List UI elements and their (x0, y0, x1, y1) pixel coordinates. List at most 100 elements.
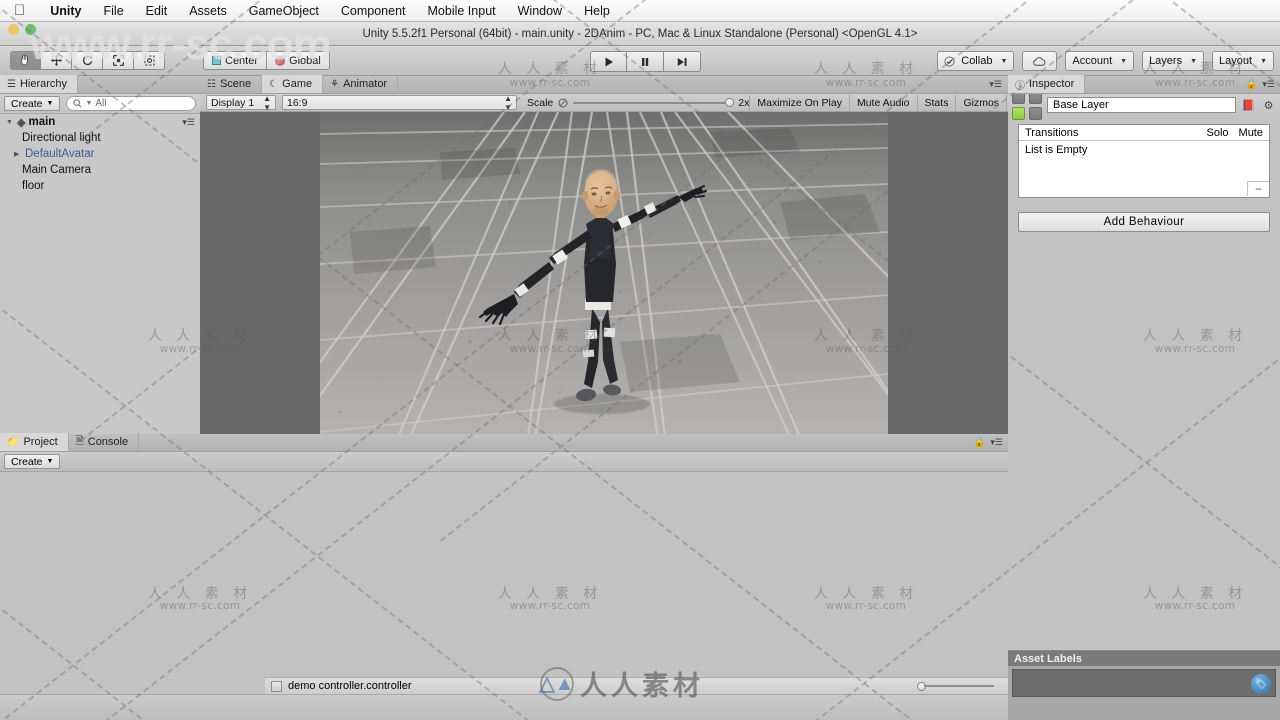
tab-animator[interactable]: ⚘ Animator (323, 75, 399, 93)
project-panel: 📁 Project 🗎 Console 🔒 ▾☰ Create ▼ ◉ (0, 433, 1008, 720)
layout-button[interactable]: Layout ▼ (1212, 51, 1274, 71)
tab-game[interactable]: ☾ Game (262, 75, 324, 93)
account-button[interactable]: Account ▼ (1065, 51, 1135, 71)
tab-project[interactable]: 📁 Project (0, 433, 69, 451)
tab-console[interactable]: 🗎 Console (69, 433, 140, 451)
hierarchy-subbar: Create ▼ ▼ All (0, 94, 200, 114)
pivot-mode-button[interactable]: Center (203, 51, 268, 70)
menu-item-file[interactable]: File (93, 0, 135, 22)
hierarchy-item-defaultavatar[interactable]: ▶ DefaultAvatar (0, 146, 200, 162)
gameview-context-menu-icon[interactable]: ▾☰ (989, 79, 1008, 90)
step-button[interactable] (664, 51, 701, 72)
chevron-right-icon[interactable]: ▶ (14, 150, 22, 158)
hierarchy-create-button[interactable]: Create ▼ (4, 96, 61, 111)
pause-button[interactable] (627, 51, 664, 72)
menu-item-unity[interactable]: Unity (39, 0, 92, 22)
hierarchy-context-menu-icon[interactable]: ▾☰ (182, 117, 195, 128)
hierarchy-item-label: main (28, 116, 56, 128)
chevron-down-icon[interactable]: ▼ (6, 119, 14, 126)
scale-slider-knob[interactable] (725, 97, 735, 107)
gameview-tabrow: ☷ Scene ☾ Game ⚘ Animator ▾☰ (200, 75, 1008, 94)
project-create-button[interactable]: Create ▼ (4, 454, 61, 469)
hand-tool-button[interactable] (10, 51, 41, 70)
scale-tool-button[interactable] (103, 51, 134, 70)
move-tool-button[interactable] (41, 51, 72, 70)
window-title-bar: Unity 5.5.2f1 Personal (64bit) - main.un… (0, 22, 1280, 46)
hierarchy-item-directional-light[interactable]: Directional light (0, 130, 200, 146)
tab-inspector[interactable]: ⓘ Inspector (1008, 75, 1086, 93)
game-render-canvas[interactable] (200, 112, 1008, 451)
asset-labels-field[interactable]: 🏷 (1012, 669, 1276, 697)
hierarchy-item-main-camera[interactable]: Main Camera (0, 162, 200, 178)
layers-label: Layers (1149, 55, 1183, 67)
hierarchy-create-label: Create (11, 97, 43, 110)
menu-item-assets[interactable]: Assets (178, 0, 238, 22)
hierarchy-item-floor[interactable]: floor (0, 178, 200, 194)
pivot-icon (212, 56, 221, 65)
lock-icon[interactable]: 🔒 (1245, 79, 1257, 90)
hierarchy-item-main[interactable]: ▼ ◈ main (0, 114, 200, 130)
tab-animator-label: Animator (343, 78, 388, 90)
tab-scene[interactable]: ☷ Scene (200, 75, 263, 93)
project-context-menu-icon[interactable]: ▾☰ (990, 437, 1003, 448)
menu-item-component[interactable]: Component (330, 0, 417, 22)
tag-icon[interactable]: 🏷 (1251, 674, 1271, 694)
transitions-footer: − (1019, 181, 1269, 197)
move-icon (50, 54, 62, 67)
display-dropdown[interactable]: Display 1 ▲ ▼ (206, 94, 276, 112)
remove-transition-button[interactable]: − (1247, 181, 1269, 196)
hierarchy-search-input[interactable]: ▼ All (66, 96, 196, 111)
minimize-button[interactable] (8, 24, 19, 35)
console-icon: 🗎 (75, 435, 84, 447)
scale-slider-track[interactable] (573, 97, 735, 107)
cloud-button[interactable] (1022, 51, 1058, 71)
tab-hierarchy[interactable]: ☰ Hierarchy (0, 75, 79, 93)
aspect-dropdown[interactable]: 16:9 ▲ ▼ (282, 94, 517, 112)
gear-icon[interactable]: ⚙ (1261, 98, 1276, 113)
state-swatch-default[interactable] (1012, 106, 1025, 120)
rotate-tool-button[interactable] (72, 51, 103, 70)
collab-button[interactable]: Collab ▼ (937, 51, 1015, 71)
tab-inspector-label: Inspector (1029, 78, 1075, 90)
rect-tool-button[interactable] (134, 51, 165, 70)
hand-icon (21, 54, 28, 66)
transitions-list[interactable]: List is Empty (1019, 141, 1269, 181)
tab-project-label: Project (23, 436, 58, 448)
help-book-icon[interactable]: 📕 (1241, 98, 1256, 113)
menu-item-gameobject[interactable]: GameObject (238, 0, 330, 22)
project-create-label: Create (11, 455, 43, 468)
stats-button[interactable]: Stats (916, 94, 956, 111)
inspector-content: Transitions Solo Mute List is Empty − Ad… (1008, 116, 1280, 232)
menu-item-window[interactable]: Window (507, 0, 573, 22)
apple-logo-icon[interactable]:  (10, 3, 39, 18)
menu-item-mobile-input[interactable]: Mobile Input (417, 0, 507, 22)
play-controls-group (590, 51, 701, 72)
layers-button[interactable]: Layers ▼ (1142, 51, 1205, 71)
play-button[interactable] (590, 51, 627, 72)
maximize-on-play-button[interactable]: Maximize On Play (749, 94, 849, 111)
gizmos-button[interactable]: Gizmos (955, 94, 1007, 111)
step-icon (677, 57, 687, 66)
maximize-button[interactable] (25, 24, 36, 35)
hierarchy-item-label: Directional light (22, 132, 101, 144)
gameview-toggle-group: Maximize On Play Mute Audio Stats Gizmos… (749, 94, 1023, 111)
icon-size-track[interactable] (924, 685, 994, 687)
hierarchy-item-label: Main Camera (22, 164, 92, 176)
mute-audio-button[interactable]: Mute Audio (848, 94, 917, 111)
chevron-down-icon: ▼ (1190, 57, 1198, 65)
menu-item-edit[interactable]: Edit (135, 0, 179, 22)
layer-name-input[interactable]: Base Layer (1047, 97, 1236, 113)
lock-icon[interactable]: 🔒 (973, 437, 985, 448)
add-behaviour-button[interactable]: Add Behaviour (1018, 212, 1270, 232)
game-render-viewport (320, 112, 888, 437)
menu-item-help[interactable]: Help (573, 0, 621, 22)
animator-icon: ⚘ (330, 78, 340, 90)
space-mode-button[interactable]: Global (267, 51, 330, 70)
inspector-tabrow: ⓘ Inspector 🔒 ▾☰ (1008, 75, 1280, 94)
icon-size-slider[interactable] (917, 681, 994, 691)
hierarchy-item-label: floor (22, 180, 45, 192)
scale-slider-group[interactable]: Scale 2x (527, 97, 749, 109)
state-swatch-4[interactable] (1029, 106, 1042, 120)
inspector-context-menu-icon[interactable]: ▾☰ (1262, 79, 1275, 90)
hierarchy-icon: ☰ (7, 78, 16, 90)
